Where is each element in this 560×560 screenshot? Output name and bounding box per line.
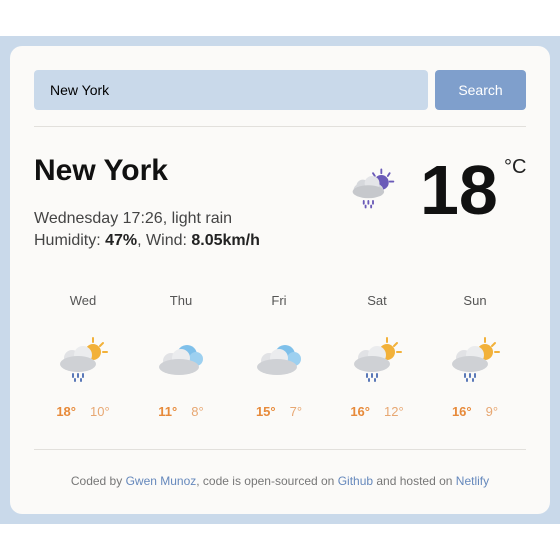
netlify-link[interactable]: Netlify bbox=[456, 474, 489, 488]
datetime-description: Wednesday 17:26, light rain bbox=[34, 210, 233, 227]
sun-cloud-rain-icon bbox=[352, 168, 395, 209]
forecast-temps: 16° 12° bbox=[328, 404, 426, 419]
footer-text: , code is open-sourced on bbox=[196, 474, 338, 488]
forecast-day: Sun 16° 9° bbox=[426, 292, 524, 432]
forecast-day: Thu 11° 8° bbox=[132, 292, 230, 432]
wind-value: 8.05km/h bbox=[191, 232, 260, 249]
weather-details: Wednesday 17:26, light rain Humidity: 47… bbox=[34, 208, 260, 252]
author-link[interactable]: Gwen Munoz bbox=[126, 474, 197, 488]
sun-cloud-rain-icon bbox=[60, 337, 108, 382]
temp-min: 12° bbox=[384, 404, 404, 419]
temp-min: 8° bbox=[191, 404, 204, 419]
forecast-temps: 16° 9° bbox=[426, 404, 524, 419]
search-form: Search bbox=[34, 70, 526, 110]
temp-max: 16° bbox=[350, 404, 370, 419]
forecast-day: Fri 15° 7° bbox=[230, 292, 328, 432]
sun-cloud-rain-icon bbox=[354, 337, 402, 382]
temp-min: 10° bbox=[90, 404, 110, 419]
search-button[interactable]: Search bbox=[435, 70, 526, 110]
humidity-label: Humidity: bbox=[34, 232, 106, 249]
cloud-icon bbox=[159, 345, 203, 375]
temp-min: 7° bbox=[289, 404, 303, 419]
temp-max: 15° bbox=[255, 404, 276, 419]
temp-max: 11° bbox=[158, 404, 178, 419]
forecast-day-name: Thu bbox=[169, 293, 193, 308]
temp-min: 9° bbox=[485, 404, 499, 419]
humidity-wind: Humidity: 47%, Wind: 8.05km/h bbox=[34, 230, 260, 252]
weather-card: Search New York Wednesday 17:26, light r… bbox=[10, 46, 550, 514]
temp-max: 18° bbox=[56, 404, 76, 419]
forecast-day-name: Sat bbox=[367, 293, 387, 308]
temp-max: 16° bbox=[451, 404, 472, 419]
forecast-day: Sat 16° 12° bbox=[328, 292, 426, 432]
forecast-day-name: Wed bbox=[69, 293, 97, 308]
divider bbox=[34, 126, 526, 127]
footer-text: Coded by bbox=[70, 474, 126, 488]
forecast-temps: 18° 10° bbox=[34, 404, 132, 419]
forecast-day-name: Fri bbox=[271, 293, 287, 308]
cloud-icon bbox=[257, 345, 301, 375]
forecast-day: Wed 18° 10° bbox=[34, 292, 132, 432]
github-link[interactable]: Github bbox=[338, 474, 373, 488]
forecast-temps: 11° 8° bbox=[132, 404, 230, 419]
forecast-day-name: Sun bbox=[463, 293, 487, 308]
humidity-value: 47% bbox=[105, 232, 138, 249]
divider bbox=[34, 449, 526, 450]
wind-label: , Wind: bbox=[137, 232, 192, 249]
current-temperature: 18 bbox=[420, 151, 498, 229]
footer-text: and hosted on bbox=[373, 474, 456, 488]
temperature-unit: °C bbox=[504, 156, 527, 178]
city-name: New York bbox=[34, 154, 168, 187]
footer: Coded by Gwen Munoz, code is open-source… bbox=[10, 474, 550, 488]
search-input[interactable] bbox=[34, 70, 428, 110]
forecast: Wed 18° 10° Thu 11° 8° Fri 15° 7° Sat 16… bbox=[34, 292, 526, 432]
forecast-temps: 15° 7° bbox=[230, 404, 328, 419]
sun-cloud-rain-icon bbox=[452, 337, 500, 382]
